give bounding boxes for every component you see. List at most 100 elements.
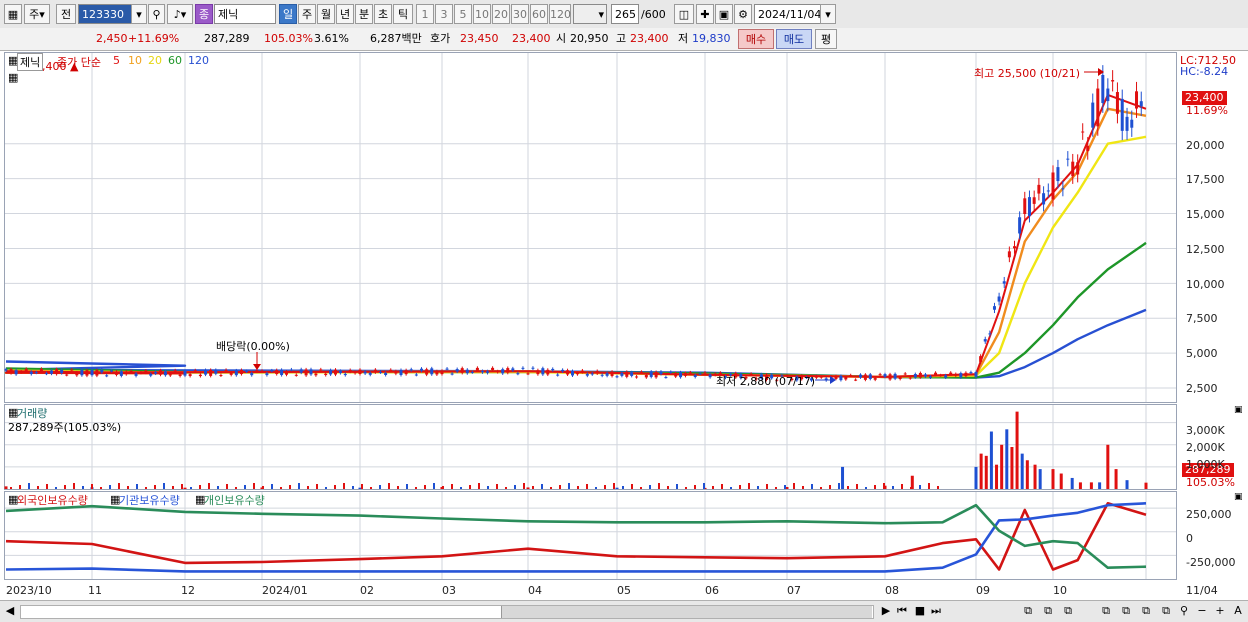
calendar-dropdown-icon[interactable]: ▾ (820, 4, 836, 24)
save-icon[interactable]: ▣ (715, 4, 733, 24)
individual-legend: 개인보유수량 (204, 494, 265, 507)
y-tick-label: 12,500 (1186, 243, 1225, 256)
font-icon[interactable]: A (1230, 603, 1246, 619)
y-tick-label: -250,000 (1186, 556, 1236, 569)
market-label: 주 (29, 8, 40, 21)
table-icon[interactable]: ⧉ (1118, 603, 1134, 619)
crosshair-icon[interactable]: ✚ (696, 4, 714, 24)
scrollbar-thumb[interactable] (501, 606, 872, 618)
ma20-legend: 20 (148, 54, 162, 67)
interval-5[interactable]: 5 (454, 4, 472, 24)
tab-period-month[interactable]: 월 (317, 4, 335, 24)
volume-tick-value: 1,000K (1186, 458, 1225, 471)
panel-close-icon[interactable]: ▣ (1234, 405, 1243, 415)
scroll-left-icon[interactable]: ◀ (2, 603, 18, 619)
y-tick-label: 250,000 (1186, 508, 1232, 521)
tab-period-week[interactable]: 주 (298, 4, 316, 24)
y-tick-label: 2,000K (1186, 441, 1225, 454)
tab-period-year[interactable]: 년 (336, 4, 354, 24)
x-tick-label: 06 (705, 584, 719, 597)
max-count: /600 (641, 8, 666, 21)
volume-panel[interactable] (4, 404, 1177, 490)
print-icon[interactable]: ⧉ (1158, 603, 1174, 619)
panel-close-icon[interactable]: ▣ (1234, 492, 1243, 502)
export-icon[interactable]: ⧉ (1138, 603, 1154, 619)
buy-button[interactable]: 매수 (738, 29, 774, 49)
bottom-bar: ◀ ▶ ⏮ ■ ⏭ ⧉ ⧉ ⧉ ⧉ ⧉ ⧉ ⧉ ⚲ − + A (0, 600, 1248, 622)
volume-tick-value: 3,000K (1186, 424, 1225, 437)
count-input[interactable]: 265 (611, 4, 639, 24)
gear-icon[interactable]: ⚙ (734, 4, 752, 24)
tab-period-second[interactable]: 초 (374, 4, 392, 24)
interval-120[interactable]: 120 (549, 4, 571, 24)
quote-low: 19,830 (692, 32, 731, 45)
holding-panel[interactable] (4, 491, 1177, 580)
quote-bid: 23,400 (512, 32, 551, 45)
volume-current-pct: 105.03% (1186, 476, 1235, 489)
x-tick-label: 12 (181, 584, 195, 597)
y-tick-label: 20,000 (1186, 139, 1225, 152)
stop-icon[interactable]: ■ (912, 603, 928, 619)
quote-volume: 287,289 (204, 32, 250, 45)
price-panel-name: 제닉 (17, 53, 44, 71)
high-annotation: 최고 25,500 (10/21) (974, 67, 1081, 80)
price-panel[interactable] (4, 52, 1177, 403)
scrollbar-track[interactable] (20, 605, 874, 619)
prev-button[interactable]: 전 (56, 4, 76, 24)
x-tick-label: 2023/10 (6, 584, 52, 597)
interval-20[interactable]: 20 (492, 4, 510, 24)
stock-type-badge: 종 (195, 4, 213, 24)
grid-icon[interactable]: ⧉ (1098, 603, 1114, 619)
interval-60[interactable]: 60 (530, 4, 548, 24)
avg-button[interactable]: 평 (815, 29, 837, 49)
x-tick-label: 09 (976, 584, 990, 597)
current-price-tag: 23,400 (1182, 91, 1227, 105)
interval-10[interactable]: 10 (473, 4, 491, 24)
interval-1[interactable]: 1 (416, 4, 434, 24)
candle-type-icon[interactable]: ◫ (674, 4, 694, 24)
code-dropdown-icon[interactable]: ▾ (131, 4, 147, 24)
zoom-in-icon[interactable]: + (1212, 603, 1228, 619)
quote-vol-ratio: 105.03% (264, 32, 313, 45)
table-icon[interactable]: ▦ (8, 71, 18, 84)
y-tick-label: 10,000 (1186, 278, 1225, 291)
institution-legend: 기관보유수량 (119, 494, 180, 507)
tab-period-tick[interactable]: 틱 (393, 4, 413, 24)
first-icon[interactable]: ⏮ (894, 603, 910, 619)
x-tick-label: 11/04 (1186, 584, 1218, 597)
last-icon[interactable]: ⏭ (928, 603, 944, 619)
quote-bar: 23,400 ▲ 2,450 +11.69% 287,289 105.03% 3… (0, 28, 1248, 73)
zoom-out-icon[interactable]: − (1194, 603, 1210, 619)
interval-30[interactable]: 30 (511, 4, 529, 24)
open-label: 시 (556, 32, 567, 45)
market-select[interactable]: 주▾ (24, 4, 50, 24)
speaker-icon[interactable]: ♪▾ (167, 4, 193, 24)
x-tick-label: 04 (528, 584, 542, 597)
y-tick-label: 0 (1186, 532, 1193, 545)
copy-icon[interactable]: ⧉ (1020, 603, 1036, 619)
window-menu-icon[interactable]: ▦ (4, 4, 22, 24)
x-tick-label: 2024/01 (262, 584, 308, 597)
volume-info: 287,289주(105.03%) (8, 421, 122, 434)
quote-change: 2,450 (96, 32, 128, 45)
ma5-legend: 5 (113, 54, 120, 67)
sell-button[interactable]: 매도 (776, 29, 812, 49)
interval-3[interactable]: 3 (435, 4, 453, 24)
ma120-legend: 120 (188, 54, 209, 67)
x-tick-label: 05 (617, 584, 631, 597)
volume-tick-value: 2,000K (1186, 441, 1225, 454)
stock-name-field[interactable]: 제닉 (214, 4, 276, 24)
low-label: 저 (678, 32, 689, 45)
custom-interval-select[interactable]: ▾ (573, 4, 607, 24)
play-icon[interactable]: ▶ (878, 603, 894, 619)
low-annotation: 최저 2,880 (07/17) (716, 375, 816, 388)
y-tick-label: 1,000K (1186, 458, 1225, 471)
hc-label: HC:-8.24 (1180, 65, 1229, 78)
zoom-icon[interactable]: ⚲ (1176, 603, 1192, 619)
layout-icon[interactable]: ⧉ (1060, 603, 1076, 619)
window-icon[interactable]: ⧉ (1040, 603, 1056, 619)
y-tick-label: 5,000 (1186, 347, 1218, 360)
search-icon[interactable]: ⚲ (148, 4, 165, 24)
tab-period-day[interactable]: 일 (279, 4, 297, 24)
tab-period-minute[interactable]: 분 (355, 4, 373, 24)
